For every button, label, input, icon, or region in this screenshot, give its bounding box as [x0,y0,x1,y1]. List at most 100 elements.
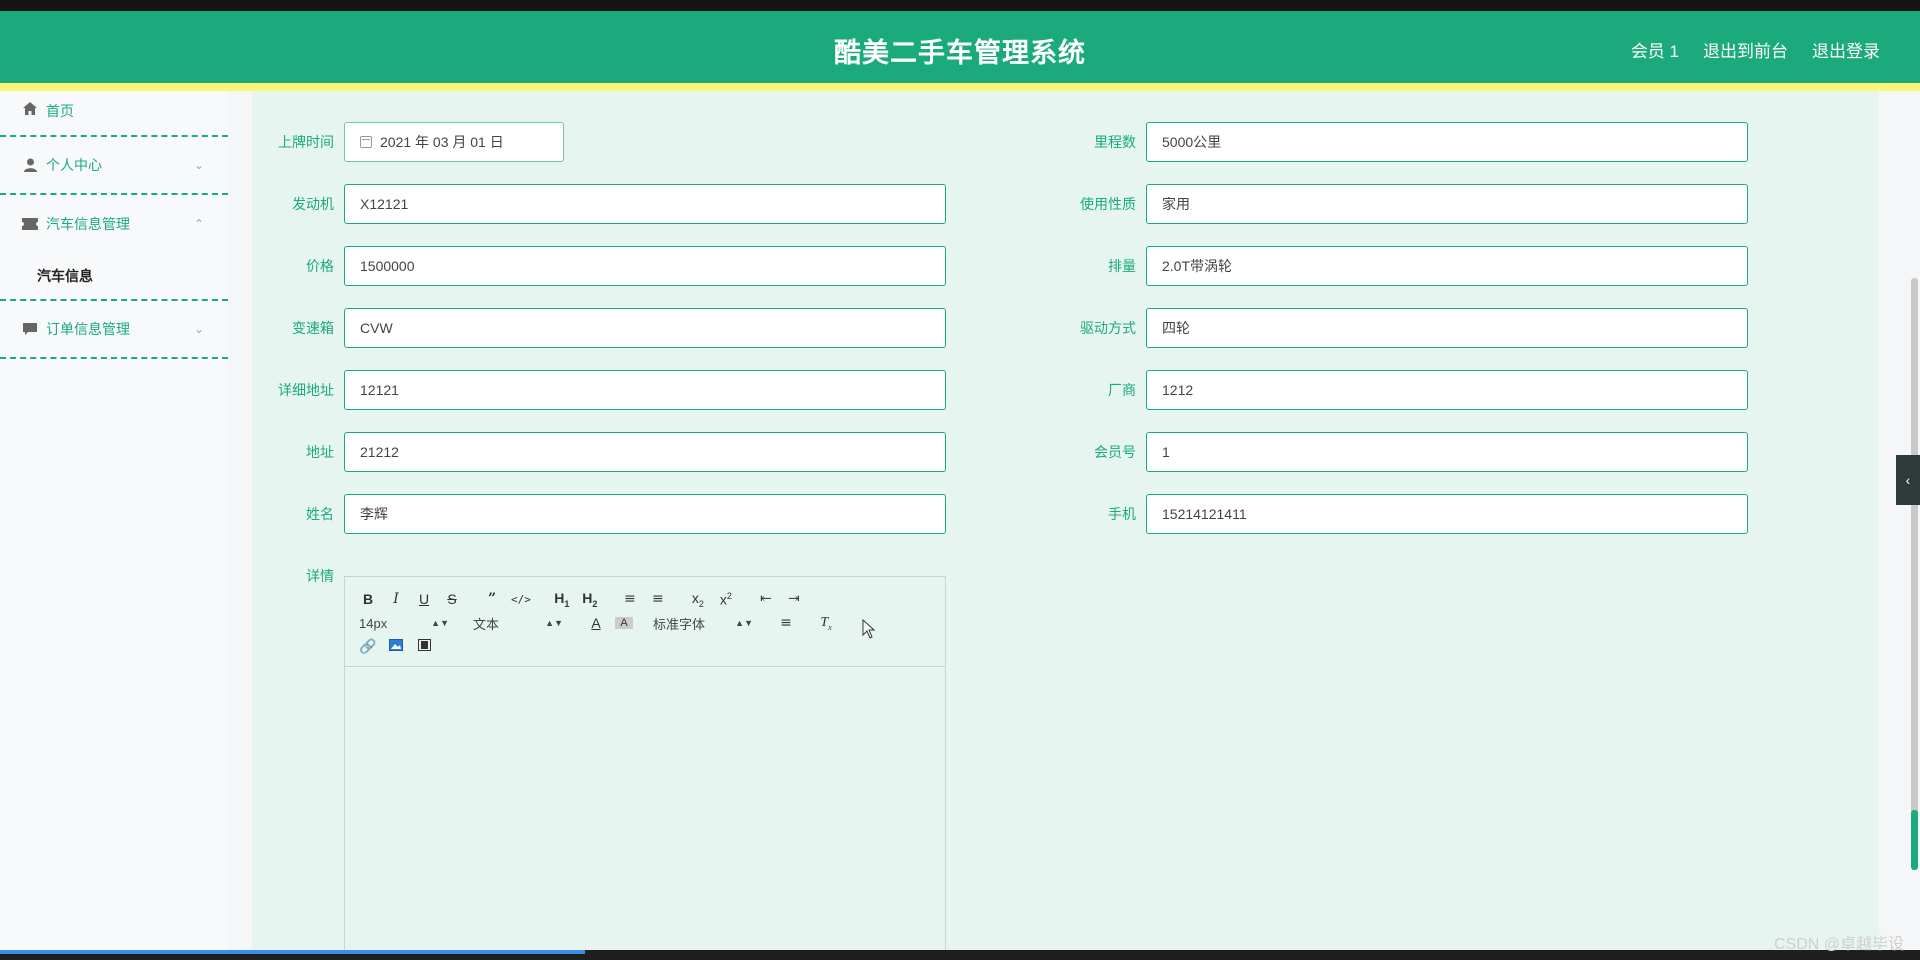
phone-input[interactable]: 15214121411 [1146,494,1748,534]
logout-link[interactable]: 退出登录 [1812,37,1880,62]
field-label: 上牌时间 [278,134,334,150]
sidebar-item-car-mgmt[interactable]: 汽车信息管理 ⌃ [0,195,228,253]
italic-icon[interactable]: I [387,591,405,607]
sidebar-item-label: 首页 [46,103,74,119]
subscript-icon[interactable]: x2 [689,590,707,609]
video-icon[interactable] [415,639,433,655]
text-type-select[interactable]: 文本 ▲▼ [473,614,573,633]
field-label: 里程数 [1094,134,1136,150]
heading1-icon[interactable]: H1 [553,590,571,609]
name-input[interactable]: 李辉 [344,494,946,534]
plate-date-input[interactable]: 2021 年 03 月 01 日 [344,122,564,162]
field-displacement: 排量 2.0T带涡轮 [1054,246,1748,286]
sidebar-item-label: 个人中心 [46,157,102,173]
sidebar-item-home[interactable]: 首页 [0,91,228,137]
align-icon[interactable]: ≡ [777,615,795,631]
price-input[interactable]: 1500000 [344,246,946,286]
text-type-value: 文本 [473,616,500,632]
mouse-cursor-icon [862,618,876,644]
field-member-no: 会员号 1 [1054,432,1748,472]
message-icon [22,322,38,336]
displacement-input[interactable]: 2.0T带涡轮 [1146,246,1748,286]
scrollbar-thumb[interactable] [1911,810,1918,870]
toolbar-row: B I U S ” </> H1 H2 ≡ ≡ x2 x2 ⇤ ⇥ [359,587,945,611]
back-to-frontend-link[interactable]: 退出到前台 [1703,37,1788,62]
usage-input[interactable]: 家用 [1146,184,1748,224]
detail-address-input[interactable]: 12121 [344,370,946,410]
member-link[interactable]: 会员 1 [1631,37,1679,62]
chevron-down-icon: ⌄ [193,322,204,336]
member-no-input[interactable]: 1 [1146,432,1748,472]
ticket-icon [22,217,38,231]
font-size-select[interactable]: 14px ▲▼ [359,616,459,631]
field-name: 姓名 李辉 [252,494,946,534]
ordered-list-icon[interactable]: ≡ [621,591,639,607]
engine-input[interactable]: X12121 [344,184,946,224]
superscript-icon[interactable]: x2 [717,591,735,608]
outdent-icon[interactable]: ⇤ [757,591,775,607]
heading2-icon[interactable]: H2 [581,590,599,609]
field-label: 详细地址 [278,382,334,398]
user-icon [22,158,38,172]
screen: 酷美二手车管理系统 会员 1 退出到前台 退出登录 首页 个人中心 ⌄ 汽车信息… [0,0,1920,960]
field-usage: 使用性质 家用 [1054,184,1748,224]
header-links: 会员 1 退出到前台 退出登录 [1631,37,1880,62]
toolbar-row: 14px ▲▼ 文本 ▲▼ A A 标准字体 ▲▼ ≡ Tx [359,611,945,635]
bold-icon[interactable]: B [359,591,377,607]
field-detail-address: 详细地址 12121 [252,370,946,410]
blockquote-icon[interactable]: ” [483,591,501,607]
field-label: 排量 [1108,258,1136,274]
field-phone: 手机 15214121411 [1054,494,1748,534]
font-color-icon[interactable]: A [587,615,605,631]
font-family-select[interactable]: 标准字体 ▲▼ [653,614,763,633]
sidebar-subitem-car-info[interactable]: 汽车信息 [0,253,228,301]
field-engine: 发动机 X12121 [252,184,946,224]
chevron-down-icon: ⌄ [193,158,204,172]
detail-label: 详情 [306,568,334,584]
field-label: 姓名 [306,506,334,522]
clear-format-icon[interactable]: Tx [817,615,835,632]
image-icon[interactable] [387,639,405,655]
field-label: 手机 [1108,506,1136,522]
select-arrows-icon: ▲▼ [735,618,753,628]
select-arrows-icon: ▲▼ [545,618,563,628]
sidebar-item-personal[interactable]: 个人中心 ⌄ [0,137,228,195]
toolbar-row: 🔗 [359,635,945,659]
top-frame [0,0,1920,11]
manufacturer-input[interactable]: 1212 [1146,370,1748,410]
field-address: 地址 21212 [252,432,946,472]
font-family-value: 标准字体 [653,616,706,632]
gearbox-input[interactable]: CVW [344,308,946,348]
field-price: 价格 1500000 [252,246,946,286]
editor-toolbar: B I U S ” </> H1 H2 ≡ ≡ x2 x2 ⇤ ⇥ 14px ▲▼… [345,577,945,667]
field-label: 价格 [306,258,334,274]
sidebar: 首页 个人中心 ⌄ 汽车信息管理 ⌃ 汽车信息 订单信息管理 ⌄ [0,91,228,960]
address-input[interactable]: 21212 [344,432,946,472]
strikethrough-icon[interactable]: S [443,591,461,607]
drive-input[interactable]: 四轮 [1146,308,1748,348]
background-color-icon[interactable]: A [615,617,633,629]
chevron-up-icon: ⌃ [193,217,204,231]
indent-icon[interactable]: ⇥ [785,591,803,607]
mileage-input[interactable]: 5000公里 [1146,122,1748,162]
rich-text-editor: B I U S ” </> H1 H2 ≡ ≡ x2 x2 ⇤ ⇥ 14px ▲▼… [344,576,946,960]
bullet-list-icon[interactable]: ≡ [649,591,667,607]
header: 酷美二手车管理系统 会员 1 退出到前台 退出登录 [0,11,1920,83]
link-icon[interactable]: 🔗 [359,639,377,655]
field-value: 2021 年 03 月 01 日 [380,134,504,150]
editor-content-area[interactable] [345,667,945,960]
underline-icon[interactable]: U [415,591,433,607]
field-label: 地址 [306,444,334,460]
field-manufacturer: 厂商 1212 [1054,370,1748,410]
field-label: 发动机 [292,196,334,212]
sidebar-item-order-mgmt[interactable]: 订单信息管理 ⌄ [0,301,228,359]
page-scrollbar[interactable] [1911,278,1918,838]
font-size-value: 14px [359,615,388,631]
calendar-icon [360,136,372,148]
field-label: 驱动方式 [1080,320,1136,336]
field-drive: 驱动方式 四轮 [1054,308,1748,348]
header-accent-bar [0,83,1920,91]
collapse-tab-chevron-left-icon[interactable]: ‹ [1896,455,1920,505]
code-icon[interactable]: </> [511,593,531,606]
field-gearbox: 变速箱 CVW [252,308,946,348]
